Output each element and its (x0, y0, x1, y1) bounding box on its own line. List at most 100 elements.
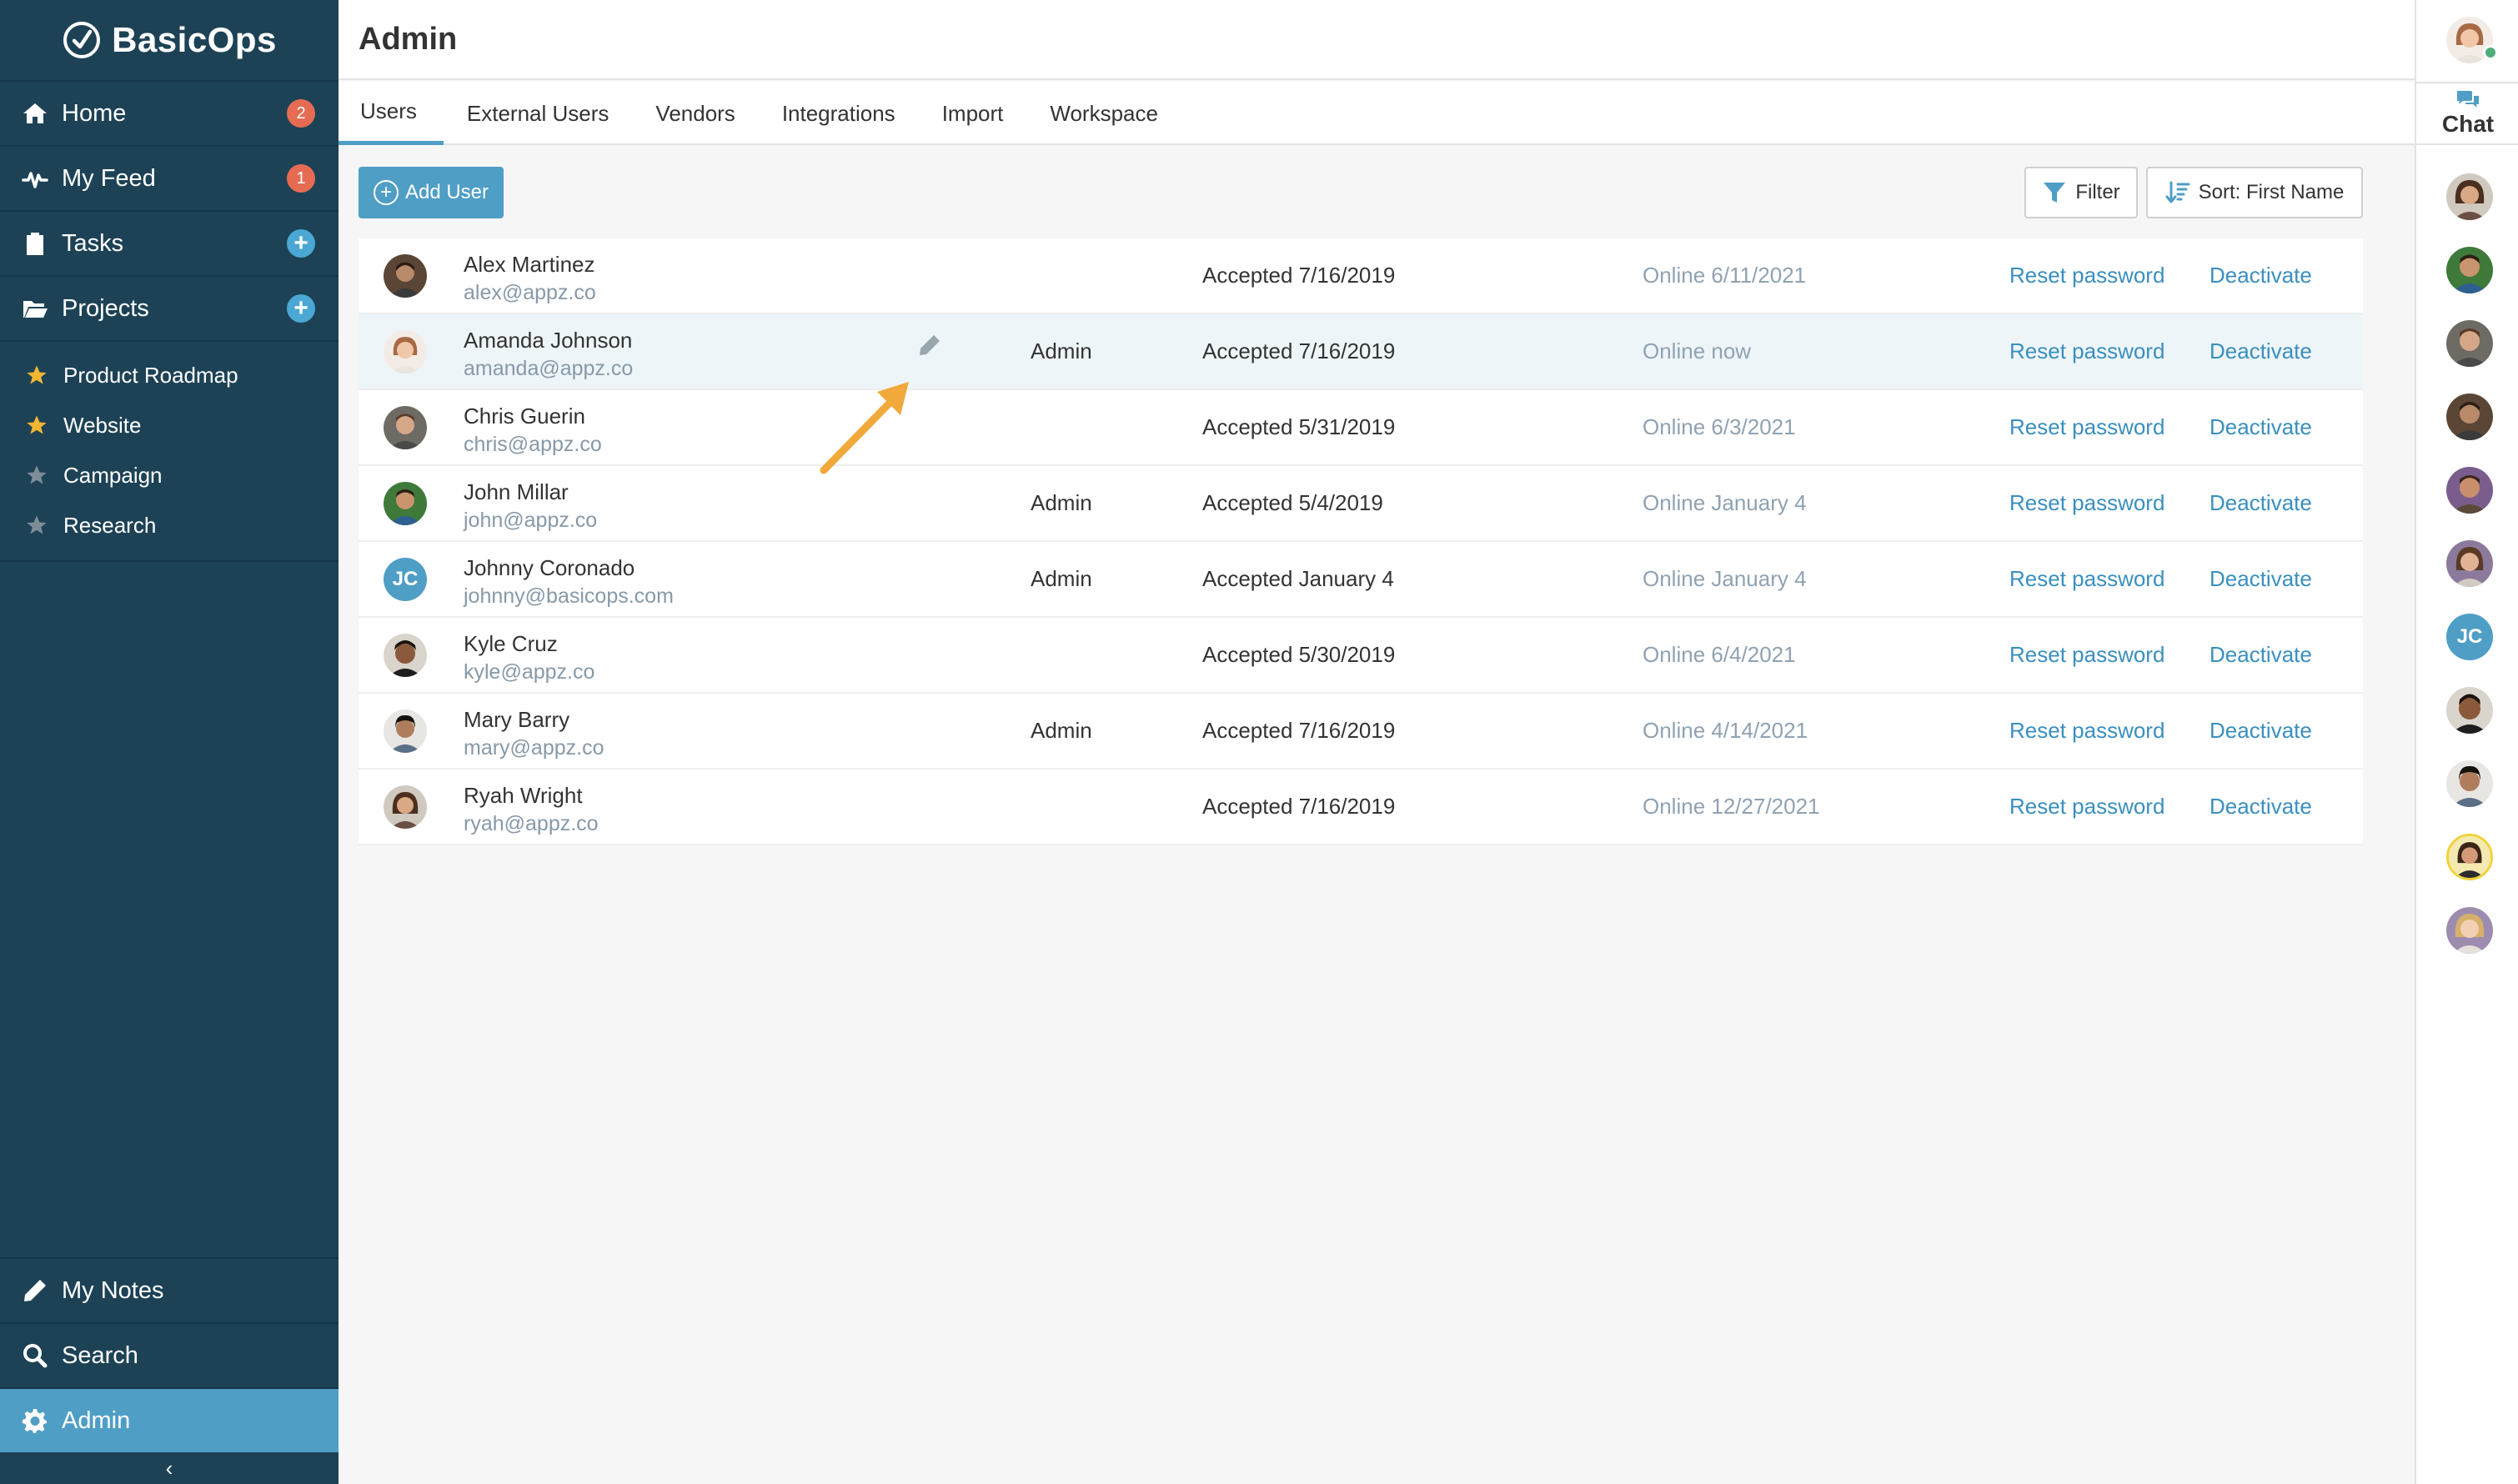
tab-import[interactable]: Import (919, 82, 1027, 145)
nav-search[interactable]: Search (0, 1322, 339, 1387)
home-icon (20, 98, 50, 128)
chat-contact-avatar[interactable] (2446, 467, 2493, 514)
reset-password-link[interactable]: Reset password (2009, 642, 2164, 668)
chat-contact-avatar[interactable]: JC (2446, 614, 2493, 660)
user-email: mary@appz.co (464, 736, 604, 760)
chat-label: Chat (2441, 111, 2495, 137)
nav-admin[interactable]: Admin (0, 1387, 339, 1452)
collapse-sidebar-button[interactable]: ‹ (0, 1452, 339, 1484)
table-row[interactable]: Alex Martinez alex@appz.co Accepted 7/16… (359, 238, 2363, 314)
tab-workspace[interactable]: Workspace (1026, 82, 1181, 145)
deactivate-link[interactable]: Deactivate (2210, 338, 2312, 364)
chat-contact-avatar[interactable] (2446, 834, 2493, 880)
reset-password-link[interactable]: Reset password (2009, 566, 2164, 592)
nav-my-notes[interactable]: My Notes (0, 1257, 339, 1322)
reset-password-link[interactable]: Reset password (2009, 718, 2164, 744)
table-row[interactable]: Mary Barry mary@appz.co Admin Accepted 7… (359, 694, 2363, 770)
user-email: ryah@appz.co (464, 812, 599, 835)
deactivate-link[interactable]: Deactivate (2210, 490, 2312, 516)
deactivate-link[interactable]: Deactivate (2210, 263, 2312, 288)
star-outline-icon[interactable] (25, 514, 48, 537)
nav-home[interactable]: Home 2 (0, 80, 339, 145)
reset-password-link[interactable]: Reset password (2009, 490, 2164, 516)
table-row[interactable]: Ryah Wright ryah@appz.co Accepted 7/16/2… (359, 770, 2363, 845)
sidebar-bottom-nav: My Notes Search Admin (0, 1257, 339, 1452)
table-row[interactable]: Kyle Cruz kyle@appz.co Accepted 5/30/201… (359, 618, 2363, 694)
user-online: Online 6/3/2021 (1643, 414, 1796, 439)
tab-users[interactable]: Users (339, 82, 444, 145)
reset-password-link[interactable]: Reset password (2009, 414, 2164, 440)
chat-header[interactable]: Chat (2416, 82, 2518, 145)
star-icon[interactable] (25, 363, 48, 387)
plus-circle-icon: + (373, 180, 399, 205)
nav-projects[interactable]: Projects + (0, 275, 339, 340)
folder-open-icon (20, 293, 50, 323)
table-row[interactable]: Chris Guerin chris@appz.co Accepted 5/31… (359, 390, 2363, 466)
user-online: Online 4/14/2021 (1643, 718, 1808, 743)
user-email: chris@appz.co (464, 433, 602, 456)
project-item-website[interactable]: Website (0, 400, 339, 450)
user-status: Accepted 5/31/2019 (1202, 414, 1396, 439)
chat-contact-avatar[interactable] (2446, 687, 2493, 734)
avatar (384, 481, 427, 525)
user-status: Accepted January 4 (1202, 566, 1394, 591)
gear-icon (20, 1406, 50, 1436)
chat-contact-avatar[interactable] (2446, 173, 2493, 220)
avatar (384, 785, 427, 829)
project-item-campaign[interactable]: Campaign (0, 450, 339, 500)
user-identity: Chris Guerin chris@appz.co (464, 404, 602, 457)
deactivate-link[interactable]: Deactivate (2210, 642, 2312, 668)
reset-password-link[interactable]: Reset password (2009, 338, 2164, 364)
chat-contact-avatar[interactable] (2446, 247, 2493, 293)
chat-contact-avatar[interactable] (2446, 320, 2493, 367)
home-badge: 2 (287, 99, 315, 128)
table-row[interactable]: John Millar john@appz.co Admin Accepted … (359, 466, 2363, 542)
pencil-icon (20, 1276, 50, 1306)
tab-integrations[interactable]: Integrations (759, 82, 919, 145)
project-label: Campaign (63, 462, 163, 488)
user-status: Accepted 5/4/2019 (1202, 490, 1383, 515)
nav-tasks[interactable]: Tasks + (0, 210, 339, 275)
nav-my-feed[interactable]: My Feed 1 (0, 145, 339, 210)
filter-label: Filter (2075, 181, 2120, 203)
pencil-icon[interactable] (917, 333, 942, 358)
user-identity: Ryah Wright ryah@appz.co (464, 783, 599, 836)
clipboard-icon (20, 228, 50, 258)
app-logo[interactable]: BasicOps (0, 0, 339, 80)
add-user-label: Add User (404, 181, 489, 203)
filter-button[interactable]: Filter (2024, 167, 2138, 218)
star-outline-icon[interactable] (25, 464, 48, 487)
add-task-button[interactable]: + (287, 229, 315, 258)
deactivate-link[interactable]: Deactivate (2210, 414, 2312, 440)
tab-vendors[interactable]: Vendors (632, 82, 758, 145)
nav-admin-label: Admin (62, 1406, 131, 1434)
reset-password-link[interactable]: Reset password (2009, 263, 2164, 288)
user-online: Online 6/11/2021 (1643, 263, 1807, 288)
user-role: Admin (1031, 566, 1092, 591)
deactivate-link[interactable]: Deactivate (2210, 566, 2312, 592)
add-project-button[interactable]: + (287, 294, 315, 323)
user-status: Accepted 7/16/2019 (1202, 794, 1396, 819)
user-name: Chris Guerin (464, 404, 585, 429)
chat-contact-avatar[interactable] (2446, 394, 2493, 440)
deactivate-link[interactable]: Deactivate (2210, 794, 2312, 820)
chat-contact-avatar[interactable] (2446, 907, 2493, 954)
user-status: Accepted 7/16/2019 (1202, 718, 1396, 743)
table-row[interactable]: Amanda Johnson amanda@appz.co Admin Acce… (359, 314, 2363, 390)
add-user-button[interactable]: + Add User (359, 167, 504, 218)
sort-button[interactable]: Sort: First Name (2146, 167, 2363, 218)
funnel-icon (2044, 183, 2066, 203)
deactivate-link[interactable]: Deactivate (2210, 718, 2312, 744)
table-row[interactable]: JC Johnny Coronado johnny@basicops.com A… (359, 542, 2363, 618)
chat-contact-avatar[interactable] (2446, 760, 2493, 807)
star-icon[interactable] (25, 414, 48, 437)
tab-external-users[interactable]: External Users (444, 82, 633, 145)
user-email: amanda@appz.co (464, 357, 634, 380)
project-item-product-roadmap[interactable]: Product Roadmap (0, 350, 339, 400)
search-icon (20, 1341, 50, 1371)
project-item-research[interactable]: Research (0, 500, 339, 550)
chat-contact-avatar[interactable] (2446, 540, 2493, 587)
user-identity: Kyle Cruz kyle@appz.co (464, 631, 594, 684)
user-online: Online 12/27/2021 (1643, 794, 1820, 819)
reset-password-link[interactable]: Reset password (2009, 794, 2164, 820)
